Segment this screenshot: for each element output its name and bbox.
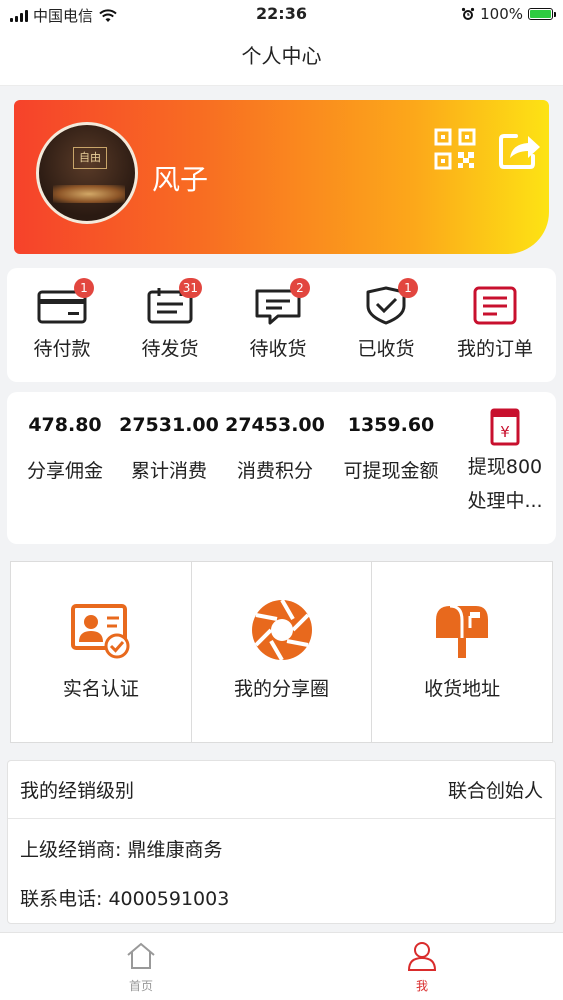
order-label: 我的订单 (456, 338, 533, 360)
order-list-icon (473, 286, 517, 325)
stat-value: 27453.00 (225, 414, 325, 436)
order-label: 待收货 (249, 338, 307, 360)
feature-label: 实名认证 (62, 678, 139, 700)
feature-label: 我的分享圈 (234, 678, 330, 700)
stat-points[interactable]: 27453.00 消费积分 (225, 414, 325, 483)
my-orders[interactable]: 我的订单 (440, 284, 550, 361)
tab-me[interactable]: 我 (382, 941, 462, 994)
my-share-circle-button[interactable]: 我的分享圈 (192, 562, 373, 742)
contact-phone[interactable]: 联系电话: 4000591003 (8, 884, 555, 911)
svg-text:¥: ¥ (500, 423, 510, 441)
feature-grid: 实名认证 我的分享圈 收货地址 (10, 561, 553, 743)
order-label: 待付款 (33, 338, 91, 360)
withdraw-status[interactable]: ¥ 提现800 处理中... (457, 408, 553, 518)
tab-bar: 首页 我 (0, 932, 563, 1000)
stat-label: 消费积分 (236, 460, 313, 482)
share-icon[interactable] (498, 128, 542, 170)
battery-percent: 100% (480, 5, 523, 23)
order-pending-shipment[interactable]: 31 待发货 (115, 278, 225, 361)
order-pending-receipt[interactable]: 2 待收货 (223, 278, 333, 361)
stat-value: 478.80 (28, 414, 102, 436)
stat-label: 分享佣金 (26, 460, 103, 482)
profile-banner: 自由 风子 (14, 100, 549, 254)
stat-label: 可提现金额 (343, 460, 439, 482)
stat-label: 累计消费 (130, 460, 207, 482)
username: 风子 (152, 163, 209, 196)
withdraw-processing: 处理中... (467, 490, 543, 512)
shipping-address-button[interactable]: 收货地址 (372, 562, 552, 742)
badge-count: 1 (398, 278, 418, 298)
status-bar: 中国电信 22:36 100% (0, 0, 563, 30)
account-stats-card: 478.80 分享佣金 27531.00 累计消费 27453.00 消费积分 … (7, 392, 556, 544)
battery-icon (528, 8, 556, 20)
badge-count: 1 (74, 278, 94, 298)
tab-label: 我 (415, 979, 428, 993)
tab-label: 首页 (128, 979, 153, 993)
dealer-level-label: 我的经销级别 (20, 780, 135, 802)
stat-withdrawable[interactable]: 1359.60 可提现金额 (335, 414, 447, 483)
withdraw-receipt-icon: ¥ (490, 408, 520, 446)
tab-home[interactable]: 首页 (101, 941, 181, 994)
feature-label: 收货地址 (424, 678, 501, 700)
order-status-card: 1 待付款 31 待发货 2 待收货 1 已收货 我的订单 (7, 268, 556, 382)
order-received[interactable]: 1 已收货 (331, 278, 441, 361)
stat-commission[interactable]: 478.80 分享佣金 (15, 414, 115, 483)
order-label: 已收货 (357, 338, 415, 360)
alarm-icon (462, 7, 475, 20)
avatar[interactable]: 自由 (36, 122, 138, 224)
stat-value: 1359.60 (347, 414, 435, 436)
dealer-level-value: 联合创始人 (447, 780, 543, 802)
aperture-icon (251, 598, 312, 662)
page-title: 个人中心 (0, 30, 563, 86)
mailbox-icon (436, 604, 489, 658)
home-icon (127, 942, 155, 969)
stat-value: 27531.00 (119, 414, 219, 436)
qr-code-icon[interactable] (434, 128, 476, 170)
withdraw-amount: 提现800 (467, 456, 543, 478)
id-card-icon (70, 604, 130, 659)
real-name-verification-button[interactable]: 实名认证 (11, 562, 192, 742)
order-pending-payment[interactable]: 1 待付款 (7, 278, 117, 361)
badge-count: 31 (178, 278, 202, 298)
order-label: 待发货 (141, 338, 199, 360)
user-icon (407, 942, 437, 971)
dealer-level-row: 我的经销级别 联合创始人 (8, 761, 555, 819)
badge-count: 2 (290, 278, 310, 298)
avatar-sign: 自由 (73, 147, 107, 169)
dealer-info-card: 我的经销级别 联合创始人 上级经销商: 鼎维康商务 联系电话: 40005910… (7, 760, 556, 924)
superior-dealer: 上级经销商: 鼎维康商务 (20, 839, 223, 861)
stat-total-spending[interactable]: 27531.00 累计消费 (119, 414, 219, 483)
